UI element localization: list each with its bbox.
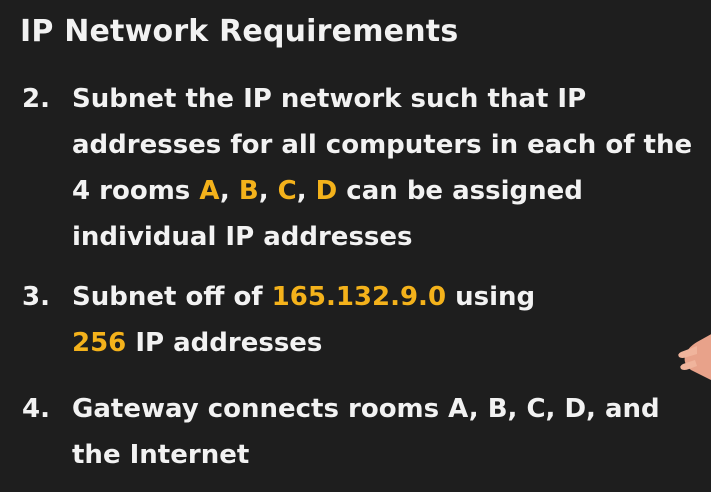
line-text: , [258, 176, 278, 206]
line-text: individual IP addresses [72, 222, 413, 252]
line-text: IP addresses [126, 328, 323, 358]
line-text: the Internet [72, 440, 250, 470]
highlighted-text: A [199, 176, 220, 206]
highlighted-text: C [277, 176, 297, 206]
line-text: addresses for all computers in each of t… [72, 130, 693, 160]
line-text: can be assigned [337, 176, 583, 206]
requirement-line: 256 IP addresses [72, 320, 322, 366]
line-text: Subnet the IP network such that IP [72, 84, 587, 114]
requirement-number: 3. [22, 282, 50, 312]
line-text: Gateway connects rooms A, B, C, D, and [72, 394, 660, 424]
highlighted-text: 165.132.9.0 [271, 282, 447, 312]
requirement-line: addresses for all computers in each of t… [72, 122, 692, 168]
slide: IP Network Requirements 2. Subnet the IP… [0, 0, 711, 492]
highlighted-text: 256 [72, 328, 127, 358]
requirement-line: Subnet the IP network such that IP [72, 76, 586, 122]
requirement-line: individual IP addresses [72, 214, 413, 260]
highlighted-text: B [238, 176, 259, 206]
requirement-line: Subnet off of 165.132.9.0 using [72, 274, 535, 320]
requirement-number: 2. [22, 84, 50, 114]
requirement-line: 4 rooms A, B, C, D can be assigned [72, 168, 583, 214]
line-text: 4 rooms [72, 176, 200, 206]
requirement-number: 4. [22, 394, 50, 424]
requirement-line: the Internet [72, 432, 249, 478]
line-text: , [219, 176, 239, 206]
highlighted-text: D [315, 176, 338, 206]
line-text: using [446, 282, 536, 312]
line-text: , [296, 176, 316, 206]
requirement-line: Gateway connects rooms A, B, C, D, and [72, 386, 660, 432]
line-text: Subnet off of [72, 282, 272, 312]
pointing-hand-icon [678, 334, 711, 380]
slide-title: IP Network Requirements [20, 14, 459, 49]
